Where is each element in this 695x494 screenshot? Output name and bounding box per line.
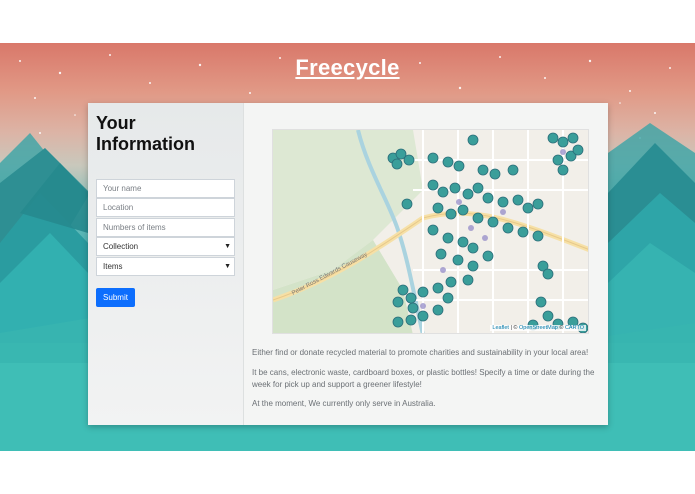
form-panel: Your Information Your name Location Numb… (88, 103, 244, 425)
availability-paragraph: At the moment, We currently only serve i… (252, 399, 436, 408)
main-card: Your Information Your name Location Numb… (88, 103, 608, 425)
attribution-separator: | © (508, 325, 519, 331)
top-margin (0, 0, 695, 43)
items-count-input[interactable]: Numbers of items (96, 218, 235, 237)
osm-link[interactable]: OpenStreetMap (519, 325, 558, 331)
form-title: Your Information (96, 113, 195, 154)
map-attribution: Leaflet | © OpenStreetMap © CARTO (490, 325, 586, 331)
items-select[interactable]: Items ▼ (96, 257, 235, 276)
location-input[interactable]: Location (96, 198, 235, 217)
chevron-down-icon: ▼ (224, 263, 231, 270)
hero-background: Freecycle Your Information Your name Loc… (0, 43, 695, 451)
site-title[interactable]: Freecycle (0, 55, 695, 81)
map-tiles: Peter Ross Edwards Causeway (273, 130, 588, 333)
items-select-value: Items (103, 262, 123, 271)
bottom-margin (0, 451, 695, 494)
leaflet-link[interactable]: Leaflet (492, 325, 509, 331)
collection-select-value: Collection (103, 242, 139, 251)
submit-button[interactable]: Submit (96, 288, 135, 307)
intro-paragraph: Either find or donate recycled material … (252, 348, 589, 357)
chevron-down-icon: ▼ (224, 243, 231, 250)
attribution-separator: © (557, 325, 565, 331)
map-view[interactable]: Peter Ross Edwards Causeway Leaflet | © … (272, 129, 589, 334)
name-input[interactable]: Your name (96, 179, 235, 198)
details-paragraph: It be cans, electronic waste, cardboard … (252, 368, 595, 389)
collection-select[interactable]: Collection ▼ (96, 237, 235, 256)
carto-link[interactable]: CARTO (565, 325, 584, 331)
